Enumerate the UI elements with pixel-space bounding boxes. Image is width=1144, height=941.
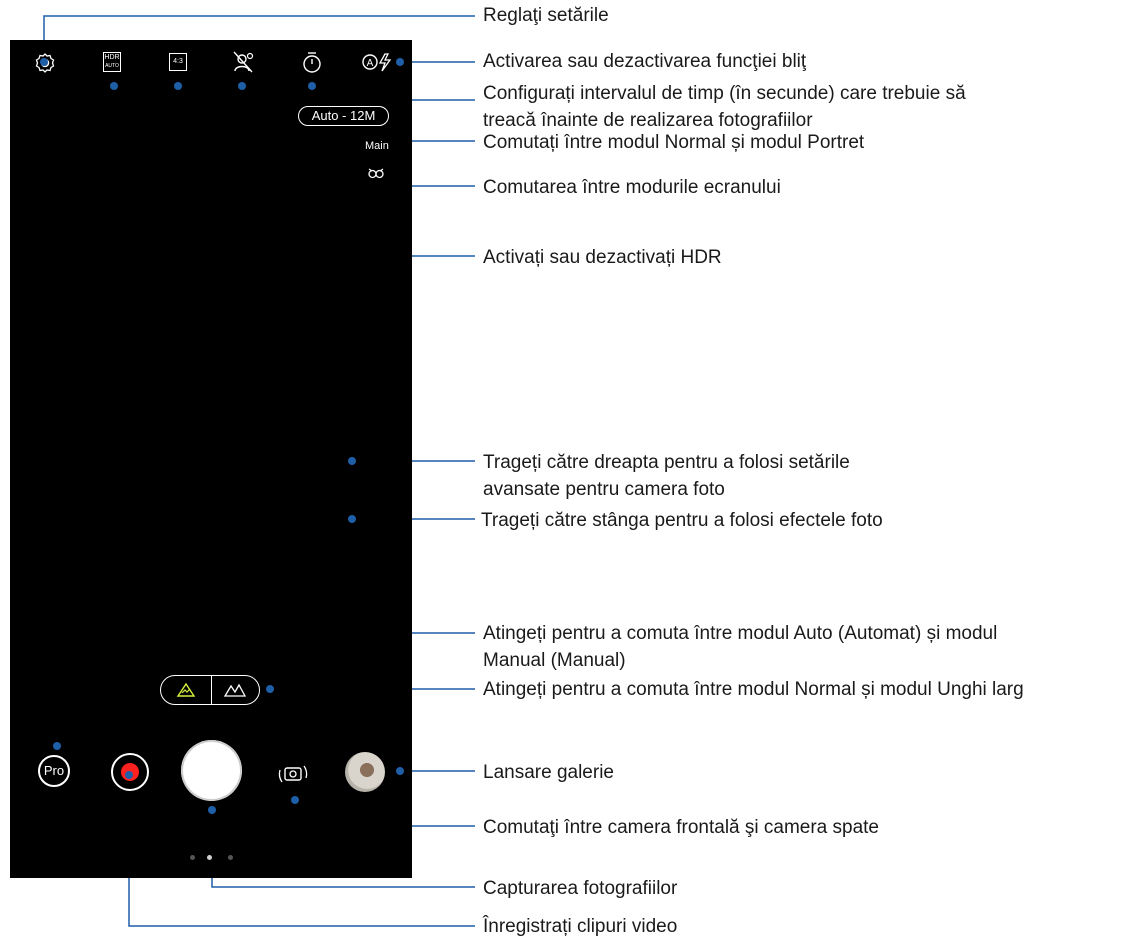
callout-switch-camera: Comutaţi între camera frontală şi camera… — [483, 817, 880, 838]
record-dot — [121, 763, 139, 781]
callout-pro-line2: Manual (Manual) — [483, 650, 626, 671]
record-video-button[interactable] — [111, 753, 149, 791]
aspect-ratio-label: 4:3 — [173, 58, 183, 65]
callout-swipe-right-line2: avansate pentru camera foto — [483, 479, 725, 500]
gallery-thumbnail[interactable] — [345, 752, 385, 792]
hdr-auto-icon[interactable]: HDR AUTO — [103, 52, 121, 72]
wide-angle-mountain-icon[interactable] — [223, 681, 247, 699]
callout-timer-line1: Configurați intervalul de timp (în secun… — [483, 83, 966, 104]
callout-hdr: Activați sau dezactivați HDR — [483, 247, 722, 268]
settings-gear-icon[interactable] — [34, 52, 56, 74]
resolution-chip[interactable]: Auto - 12M — [298, 106, 389, 126]
pro-mode-button[interactable]: Pro — [38, 755, 70, 787]
callout-wide: Atingeți pentru a comuta între modul Nor… — [483, 679, 1024, 700]
hdr-label: HDR — [104, 54, 120, 61]
callout-ratio: Comutarea între modurile ecranului — [483, 177, 781, 198]
normal-lens-icon[interactable] — [176, 681, 196, 699]
aspect-ratio-icon[interactable]: 4:3 — [169, 53, 187, 71]
callout-portrait: Comutați între modul Normal și modul Por… — [483, 132, 865, 153]
callout-gallery: Lansare galerie — [483, 762, 614, 783]
wide-angle-toggle[interactable] — [160, 675, 260, 705]
portrait-mode-icon[interactable] — [232, 50, 256, 74]
callout-swipe-left: Trageți către stânga pentru a folosi efe… — [481, 510, 883, 531]
shutter-button[interactable] — [181, 740, 242, 801]
hdr-sub-label: AUTO — [105, 63, 119, 69]
pager-dot-active — [207, 855, 212, 860]
svg-text:A: A — [367, 58, 374, 69]
camera-viewfinder[interactable]: HDR AUTO 4:3 A Auto - 12M Main Pro — [10, 40, 412, 878]
owl-icon[interactable] — [368, 166, 384, 179]
callout-flash: Activarea sau dezactivarea funcţiei bliţ — [483, 51, 807, 72]
pager-dot — [228, 855, 233, 860]
callout-swipe-right-line1: Trageți către dreapta pentru a folosi se… — [483, 452, 850, 473]
timer-icon[interactable] — [301, 50, 323, 74]
callout-pro-line1: Atingeți pentru a comuta între modul Aut… — [483, 623, 998, 644]
callout-capture: Capturarea fotografiilor — [483, 878, 678, 899]
pager-dot — [190, 855, 195, 860]
lens-divider — [211, 676, 212, 704]
callout-settings: Reglaţi setările — [483, 5, 609, 26]
switch-camera-icon[interactable] — [274, 758, 312, 790]
flash-auto-icon[interactable]: A — [362, 52, 396, 72]
callout-video: Înregistrați clipuri video — [483, 916, 678, 937]
lens-label: Main — [365, 140, 389, 152]
